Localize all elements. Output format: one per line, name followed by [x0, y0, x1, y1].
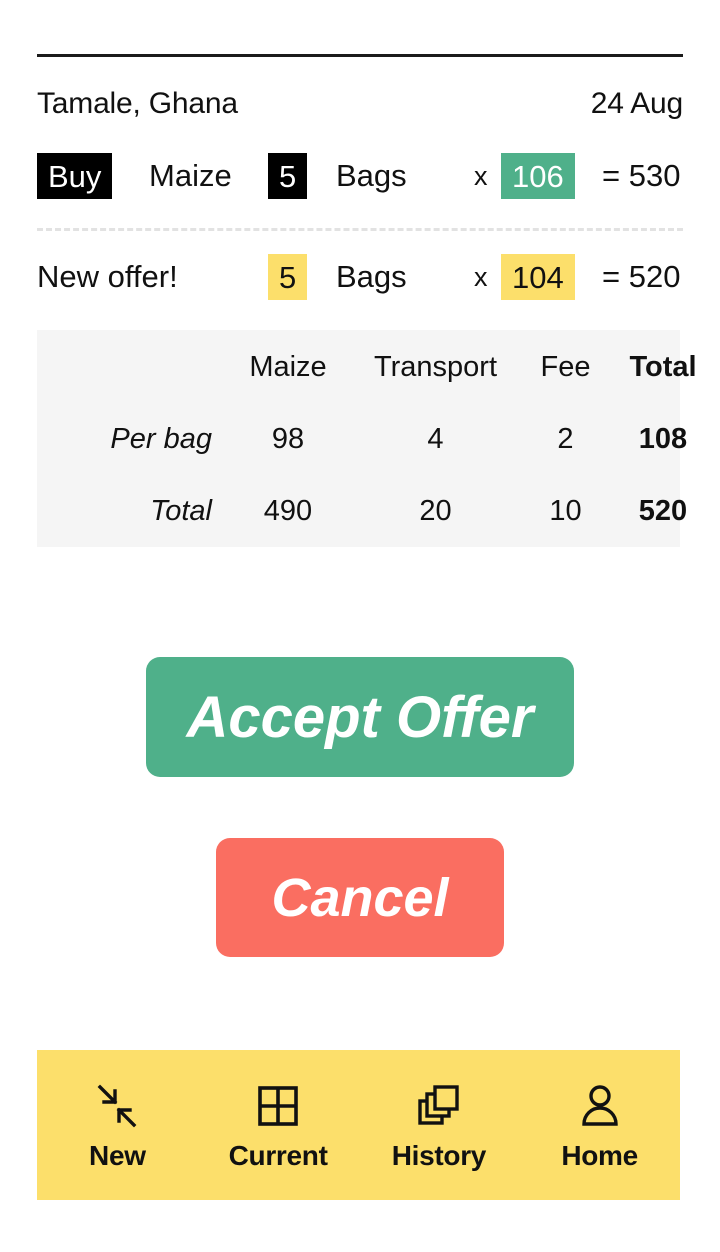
nav-label-new: New	[89, 1139, 146, 1171]
cell-per-bag-total: 108	[638, 423, 688, 456]
offer-unit-price-chip[interactable]: 104	[501, 254, 575, 300]
cell-total-maize: 490	[263, 494, 313, 527]
column-header-fee: Fee	[540, 350, 591, 383]
order-commodity-label: Maize	[149, 158, 232, 193]
order-summary-row: Buy Maize 5 Bags x 106 = 530	[37, 153, 683, 199]
top-divider	[37, 54, 683, 57]
order-action-chip[interactable]: Buy	[37, 153, 113, 199]
column-header-total: Total	[629, 350, 697, 383]
table-row: Per bag 98 4 2 108	[37, 404, 718, 476]
cost-breakdown-panel: Maize Transport Fee Total Per bag 98 4 2…	[37, 330, 697, 547]
cell-total-transport: 20	[419, 494, 452, 527]
person-icon	[573, 1079, 627, 1133]
column-header-transport: Transport	[373, 350, 498, 383]
table-header-row: Maize Transport Fee Total	[37, 330, 718, 404]
offer-quantity-chip[interactable]: 5	[268, 254, 308, 300]
cancel-button[interactable]: Cancel	[216, 838, 504, 957]
table-header: Maize Transport Fee Total	[37, 330, 718, 404]
order-total-label: = 530	[602, 158, 680, 194]
order-total-value: 530	[628, 158, 681, 193]
nav-label-history: History	[391, 1139, 487, 1171]
converge-arrows-icon	[90, 1079, 144, 1133]
new-offer-row: New offer! 5 Bags x 104 = 520	[37, 254, 683, 300]
nav-item-current[interactable]: Current	[203, 1079, 353, 1172]
cell-total-total: 520	[638, 494, 688, 527]
new-offer-label: New offer!	[37, 259, 178, 294]
order-quantity-chip[interactable]: 5	[268, 153, 308, 199]
nav-item-history[interactable]: History	[364, 1079, 514, 1172]
order-unit-price-chip[interactable]: 106	[501, 153, 575, 199]
column-header-blank	[37, 330, 228, 404]
date-label: 24 Aug	[590, 87, 683, 120]
offer-unit-label: Bags	[336, 259, 407, 294]
row-label-total: Total	[150, 494, 212, 527]
accept-offer-button[interactable]: Accept Offer	[146, 657, 574, 777]
bottom-navigation-bar: New Current History Home	[37, 1050, 680, 1200]
location-label: Tamale, Ghana	[37, 87, 238, 120]
offer-total-value: 520	[628, 259, 681, 294]
offer-divider	[37, 228, 683, 231]
nav-label-home: Home	[561, 1139, 638, 1171]
order-unit-label: Bags	[336, 158, 407, 193]
nav-label-current: Current	[228, 1139, 328, 1171]
offer-equals-symbol: =	[602, 259, 621, 294]
grid-2x2-icon	[251, 1079, 305, 1133]
row-label-per-bag: Per bag	[110, 423, 212, 456]
trade-offer-screen: Tamale, Ghana 24 Aug Buy Maize 5 Bags x …	[0, 0, 720, 1252]
cost-breakdown-table: Maize Transport Fee Total Per bag 98 4 2…	[37, 330, 718, 547]
cell-per-bag-transport: 4	[427, 423, 444, 456]
table-body: Per bag 98 4 2 108 Total 490 20 10 520	[37, 404, 718, 547]
cell-total-fee: 10	[549, 494, 582, 527]
order-equals-symbol: =	[602, 158, 621, 193]
offer-multiply-symbol: x	[474, 261, 488, 292]
table-row: Total 490 20 10 520	[37, 476, 718, 548]
column-header-maize: Maize	[249, 350, 327, 383]
order-multiply-symbol: x	[474, 160, 488, 191]
nav-item-new[interactable]: New	[42, 1079, 192, 1172]
cell-per-bag-fee: 2	[557, 423, 574, 456]
header: Tamale, Ghana 24 Aug	[37, 82, 683, 126]
cell-per-bag-maize: 98	[271, 423, 305, 456]
offer-total-label: = 520	[602, 259, 680, 295]
nav-item-home[interactable]: Home	[525, 1079, 675, 1172]
stacked-squares-icon	[412, 1079, 466, 1133]
